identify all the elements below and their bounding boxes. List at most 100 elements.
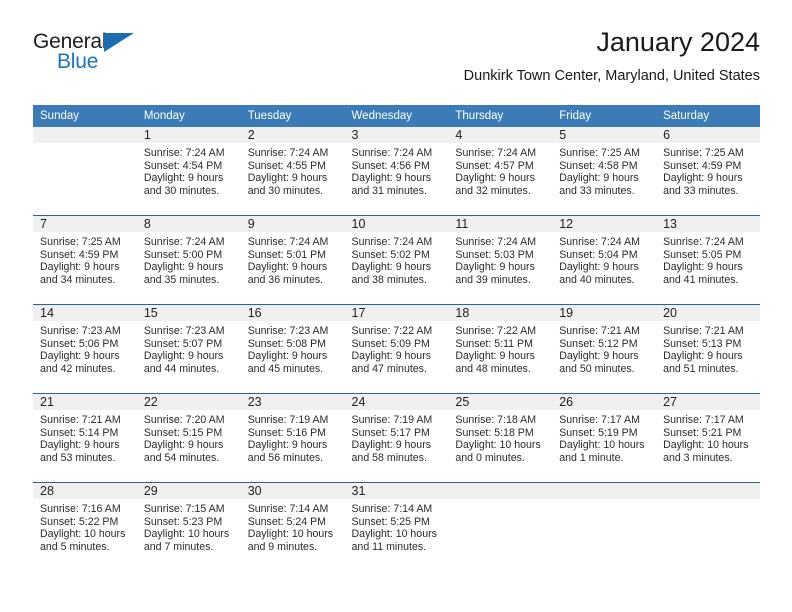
- sunrise-text: Sunrise: 7:15 AM: [143, 503, 225, 515]
- calendar-day-cell[interactable]: 10 Sunrise: 7:24 AM Sunset: 5:02 PM Dayligh…: [344, 215, 449, 305]
- calendar-day-cell[interactable]: 21 Sunrise: 7:21 AM Sunset: 5:14 PM Dayligh…: [33, 393, 137, 483]
- calendar-day-cell[interactable]: 7 Sunrise: 7:25 AM Sunset: 4:59 PM Daylight…: [33, 215, 137, 305]
- daylight-text-line1: Daylight: 9 hours: [247, 261, 328, 274]
- title-block: January 2024 Dunkirk Town Center, Maryla…: [464, 26, 760, 86]
- calendar-day-cell[interactable]: 28 Sunrise: 7:16 AM Sunset: 5:22 PM Dayligh…: [33, 482, 137, 571]
- day-number: 7: [33, 216, 137, 232]
- day-details: Sunrise: 7:20 AM Sunset: 5:15 PM Daylight:…: [137, 410, 241, 464]
- calendar-day-cell[interactable]: 9 Sunrise: 7:24 AM Sunset: 5:01 PM Daylight…: [240, 215, 345, 305]
- daylight-text-line2: and 1 minute.: [559, 451, 624, 464]
- sunrise-text: Sunrise: 7:24 AM: [143, 236, 225, 248]
- calendar-day-cell[interactable]: 4 Sunrise: 7:24 AM Sunset: 4:57 PM Daylight…: [448, 127, 553, 216]
- calendar-day-cell[interactable]: 3 Sunrise: 7:24 AM Sunset: 4:56 PM Daylight…: [344, 127, 449, 216]
- brand-logo[interactable]: General Blue: [33, 30, 153, 82]
- calendar-day-cell[interactable]: 30 Sunrise: 7:14 AM Sunset: 5:24 PM Dayligh…: [240, 482, 345, 571]
- day-cell-inner: 13 Sunrise: 7:24 AM Sunset: 5:05 PM Dayligh…: [656, 216, 760, 304]
- calendar-empty-cell: [33, 127, 137, 216]
- day-details: Sunrise: 7:17 AM Sunset: 5:19 PM Daylight:…: [552, 410, 656, 464]
- calendar-day-cell[interactable]: 27 Sunrise: 7:17 AM Sunset: 5:21 PM Dayligh…: [656, 393, 760, 483]
- daylight-text-line1: Daylight: 9 hours: [351, 261, 432, 274]
- day-number: 12: [552, 216, 657, 232]
- calendar-day-cell[interactable]: 23 Sunrise: 7:19 AM Sunset: 5:16 PM Dayligh…: [240, 393, 345, 483]
- day-cell-inner: 5 Sunrise: 7:25 AM Sunset: 4:58 PM Daylight…: [552, 127, 657, 215]
- triangle-flag-icon: [104, 33, 134, 52]
- sunset-text: Sunset: 4:57 PM: [455, 159, 534, 172]
- calendar-day-cell[interactable]: 18 Sunrise: 7:22 AM Sunset: 5:11 PM Dayligh…: [448, 304, 553, 394]
- calendar-day-cell[interactable]: 31 Sunrise: 7:14 AM Sunset: 5:25 PM Dayligh…: [344, 482, 449, 571]
- day-details: Sunrise: 7:24 AM Sunset: 4:54 PM Daylight:…: [137, 143, 241, 197]
- day-cell-inner: 24 Sunrise: 7:19 AM Sunset: 5:17 PM Dayligh…: [344, 394, 449, 482]
- sunset-text: Sunset: 5:24 PM: [247, 515, 327, 528]
- calendar-day-cell[interactable]: 20 Sunrise: 7:21 AM Sunset: 5:13 PM Dayligh…: [656, 304, 760, 394]
- calendar-day-cell[interactable]: 24 Sunrise: 7:19 AM Sunset: 5:17 PM Dayligh…: [344, 393, 449, 483]
- calendar-day-cell[interactable]: 8 Sunrise: 7:24 AM Sunset: 5:00 PM Daylight…: [136, 215, 241, 305]
- calendar-day-cell[interactable]: 6 Sunrise: 7:25 AM Sunset: 4:59 PM Daylight…: [656, 127, 760, 216]
- daylight-text-line2: and 7 minutes.: [143, 540, 214, 553]
- calendar-day-cell[interactable]: 14 Sunrise: 7:23 AM Sunset: 5:06 PM Dayligh…: [33, 304, 137, 394]
- calendar-day-cell[interactable]: 11 Sunrise: 7:24 AM Sunset: 5:03 PM Dayligh…: [448, 215, 553, 305]
- daylight-text-line1: Daylight: 9 hours: [247, 172, 328, 185]
- calendar-day-cell[interactable]: 26 Sunrise: 7:17 AM Sunset: 5:19 PM Dayligh…: [552, 393, 657, 483]
- calendar-day-cell[interactable]: 22 Sunrise: 7:20 AM Sunset: 5:15 PM Dayligh…: [136, 393, 241, 483]
- daylight-text-line1: Daylight: 9 hours: [40, 261, 120, 274]
- sunset-text: Sunset: 5:18 PM: [455, 426, 534, 439]
- calendar-day-cell[interactable]: 5 Sunrise: 7:25 AM Sunset: 4:58 PM Daylight…: [552, 127, 657, 216]
- sunset-text: Sunset: 5:15 PM: [143, 426, 223, 439]
- sunset-text: Sunset: 5:17 PM: [351, 426, 430, 439]
- daylight-text-line1: Daylight: 9 hours: [40, 350, 120, 363]
- day-details: Sunrise: 7:14 AM Sunset: 5:25 PM Daylight:…: [345, 499, 449, 553]
- sunrise-text: Sunrise: 7:25 AM: [663, 147, 744, 159]
- sunset-text: Sunset: 5:07 PM: [143, 337, 223, 350]
- daylight-text-line1: Daylight: 10 hours: [143, 528, 230, 541]
- sunrise-text: Sunrise: 7:23 AM: [143, 325, 225, 337]
- daylight-text-line2: and 56 minutes.: [247, 451, 324, 464]
- daylight-text-line2: and 44 minutes.: [143, 362, 220, 375]
- daylight-text-line1: Daylight: 9 hours: [143, 261, 224, 274]
- daylight-text-line2: and 35 minutes.: [143, 273, 220, 286]
- calendar-week-row: 1 Sunrise: 7:24 AM Sunset: 4:54 PM Daylight…: [33, 127, 760, 216]
- calendar-day-cell[interactable]: 17 Sunrise: 7:22 AM Sunset: 5:09 PM Dayligh…: [344, 304, 449, 394]
- daylight-text-line1: Daylight: 9 hours: [351, 350, 432, 363]
- calendar-day-cell[interactable]: 12 Sunrise: 7:24 AM Sunset: 5:04 PM Dayligh…: [552, 215, 657, 305]
- daylight-text-line2: and 53 minutes.: [40, 451, 116, 464]
- calendar-day-cell[interactable]: 29 Sunrise: 7:15 AM Sunset: 5:23 PM Dayligh…: [136, 482, 241, 571]
- calendar-day-cell[interactable]: 15 Sunrise: 7:23 AM Sunset: 5:07 PM Dayligh…: [136, 304, 241, 394]
- daylight-text-line2: and 30 minutes.: [247, 184, 324, 197]
- daylight-text-line2: and 32 minutes.: [455, 184, 531, 197]
- daylight-text-line1: Daylight: 10 hours: [559, 439, 645, 452]
- sunrise-text: Sunrise: 7:24 AM: [663, 236, 744, 248]
- sunset-text: Sunset: 5:11 PM: [455, 337, 533, 350]
- day-cell-inner: 18 Sunrise: 7:22 AM Sunset: 5:11 PM Dayligh…: [448, 305, 553, 393]
- day-number: 29: [136, 483, 241, 499]
- calendar-body: 1 Sunrise: 7:24 AM Sunset: 4:54 PM Daylight…: [33, 127, 760, 571]
- calendar-day-cell[interactable]: 19 Sunrise: 7:21 AM Sunset: 5:12 PM Dayligh…: [552, 304, 657, 394]
- day-details: Sunrise: 7:19 AM Sunset: 5:16 PM Daylight:…: [241, 410, 345, 464]
- calendar-week-row: 21 Sunrise: 7:21 AM Sunset: 5:14 PM Dayligh…: [33, 393, 760, 483]
- daylight-text-line2: and 34 minutes.: [40, 273, 116, 286]
- calendar-day-cell[interactable]: 16 Sunrise: 7:23 AM Sunset: 5:08 PM Dayligh…: [240, 304, 345, 394]
- day-number: 31: [344, 483, 449, 499]
- calendar-day-cell[interactable]: 13 Sunrise: 7:24 AM Sunset: 5:05 PM Dayligh…: [656, 215, 760, 305]
- calendar-day-cell[interactable]: 2 Sunrise: 7:24 AM Sunset: 4:55 PM Daylight…: [240, 127, 345, 216]
- day-details: Sunrise: 7:24 AM Sunset: 5:01 PM Daylight:…: [241, 232, 345, 286]
- sunset-text: Sunset: 4:55 PM: [247, 159, 327, 172]
- calendar-day-cell[interactable]: 1 Sunrise: 7:24 AM Sunset: 4:54 PM Daylight…: [136, 127, 241, 216]
- weekday-header-friday: Friday: [552, 105, 657, 127]
- day-details: Sunrise: 7:25 AM Sunset: 4:58 PM Daylight:…: [552, 143, 656, 197]
- day-details: Sunrise: 7:16 AM Sunset: 5:22 PM Daylight:…: [33, 499, 137, 553]
- sunrise-text: Sunrise: 7:25 AM: [559, 147, 640, 159]
- daylight-text-line1: Daylight: 9 hours: [40, 439, 120, 452]
- day-cell-inner: [33, 127, 137, 215]
- daylight-text-line1: Daylight: 10 hours: [455, 439, 541, 452]
- daylight-text-line2: and 42 minutes.: [40, 362, 116, 375]
- sunrise-text: Sunrise: 7:24 AM: [247, 147, 329, 159]
- calendar-day-cell[interactable]: 25 Sunrise: 7:18 AM Sunset: 5:18 PM Dayligh…: [448, 393, 553, 483]
- day-details: Sunrise: 7:24 AM Sunset: 4:57 PM Daylight:…: [448, 143, 552, 197]
- sunset-text: Sunset: 5:05 PM: [663, 248, 742, 261]
- day-number: 17: [344, 305, 449, 321]
- day-cell-inner: 29 Sunrise: 7:15 AM Sunset: 5:23 PM Dayligh…: [136, 483, 241, 571]
- day-details: Sunrise: 7:15 AM Sunset: 5:23 PM Daylight:…: [137, 499, 241, 553]
- weekday-header-wednesday: Wednesday: [344, 105, 449, 127]
- day-number: 10: [344, 216, 449, 232]
- brand-name-blue: Blue: [57, 50, 99, 73]
